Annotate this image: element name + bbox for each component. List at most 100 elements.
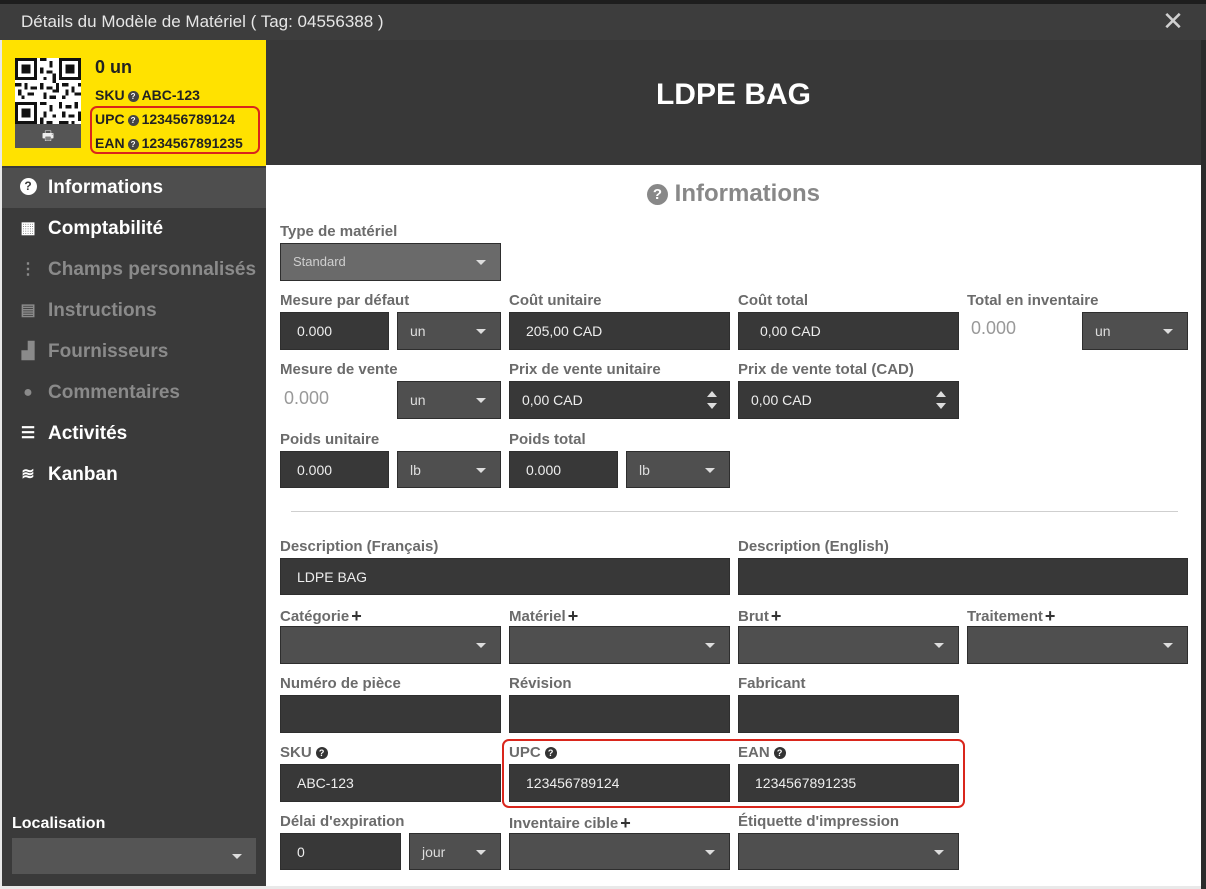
categorie-label: Catégorie + (280, 606, 362, 627)
traitement-label-text: Traitement (967, 608, 1043, 625)
inventaire-cible-select[interactable] (509, 833, 730, 870)
section-divider (291, 511, 1178, 512)
categorie-select[interactable] (280, 626, 501, 664)
card-ean-label: EAN (95, 135, 125, 151)
nav-label: Fournisseurs (48, 341, 169, 362)
help-icon[interactable]: ? (127, 115, 139, 126)
type-materiel-value: Standard (293, 254, 346, 269)
poids-total-label: Poids total (509, 431, 586, 448)
chevron-down-icon (705, 850, 715, 855)
close-icon[interactable]: ✕ (1158, 6, 1188, 36)
stepper-down-icon[interactable] (707, 403, 717, 409)
etiquette-impression-select[interactable] (738, 833, 959, 870)
upc-label-text: UPC (509, 744, 541, 761)
cout-total-input[interactable]: 0,00 CAD (738, 312, 959, 350)
brut-label: Brut + (738, 606, 781, 627)
help-icon[interactable]: ? (127, 91, 139, 102)
help-icon[interactable]: ? (315, 747, 328, 759)
nav-instructions[interactable]: ▤ Instructions (2, 291, 266, 331)
nav-activites[interactable]: ☰ Activités (2, 414, 266, 454)
chevron-down-icon (476, 329, 486, 334)
plus-icon[interactable]: + (351, 606, 362, 626)
nav-kanban[interactable]: ≋ Kanban (2, 455, 266, 495)
ean-label-text: EAN (738, 744, 770, 761)
print-icon: 🖶 (41, 128, 55, 143)
card-units: 0 un (95, 57, 133, 77)
total-inventaire-value: 0.000 (971, 318, 1017, 338)
brut-select[interactable] (738, 626, 959, 664)
nav-label: Comptabilité (48, 218, 164, 239)
help-icon[interactable]: ? (127, 139, 139, 150)
nav-comptabilite[interactable]: ▦ Comptabilité (2, 209, 266, 249)
mesure-defaut-label: Mesure par défaut (280, 292, 410, 309)
cout-unitaire-label: Coût unitaire (509, 292, 602, 309)
prix-vente-total-input[interactable]: 0,00 CAD (738, 381, 959, 419)
nav-label: Instructions (48, 300, 157, 321)
plus-icon[interactable]: + (620, 813, 631, 833)
localisation-select[interactable] (12, 838, 256, 874)
plus-icon[interactable]: + (1045, 606, 1056, 626)
total-inventaire-unit-select[interactable]: un (1082, 312, 1188, 350)
plus-icon[interactable]: + (771, 606, 782, 626)
inventaire-cible-label: Inventaire cible + (509, 813, 631, 834)
card-upc-label: UPC (95, 111, 125, 127)
nav-informations[interactable]: ? Informations (2, 168, 266, 208)
revision-input[interactable] (509, 695, 730, 733)
type-materiel-select[interactable]: Standard (280, 243, 501, 281)
chevron-down-icon (476, 398, 486, 403)
mesure-vente-unit-select[interactable]: un (397, 381, 501, 419)
poids-total-input[interactable]: 0.000 (509, 451, 618, 488)
cout-unitaire-input[interactable]: 205,00 CAD (509, 312, 730, 350)
poids-unitaire-unit-select[interactable]: lb (397, 451, 501, 488)
help-icon[interactable]: ? (773, 747, 786, 759)
unit-value: lb (410, 462, 421, 478)
description-en-input[interactable] (738, 558, 1188, 595)
unit-value: lb (639, 462, 650, 478)
cout-total-label: Coût total (738, 292, 808, 309)
section-title-text: Informations (674, 180, 820, 207)
nav-label: Champs personnalisés (48, 259, 257, 280)
stepper-up-icon[interactable] (707, 391, 717, 397)
prix-vente-unitaire-label: Prix de vente unitaire (509, 361, 661, 378)
traitement-select[interactable] (967, 626, 1188, 664)
print-button[interactable]: 🖶 (15, 124, 81, 148)
materiel-select[interactable] (509, 626, 730, 664)
document-icon: ▤ (20, 302, 36, 319)
nav-label: Kanban (48, 464, 118, 485)
stepper-up-icon[interactable] (936, 391, 946, 397)
numero-piece-input[interactable] (280, 695, 501, 733)
prix-vente-unitaire-input[interactable]: 0,00 CAD (509, 381, 730, 419)
plus-icon[interactable]: + (568, 606, 579, 626)
calculator-icon: ▦ (20, 220, 36, 237)
delai-expiration-input[interactable]: 0 (280, 833, 401, 870)
chevron-down-icon (934, 850, 944, 855)
nav-champs-personnalises[interactable]: ⋮ Champs personnalisés (2, 250, 266, 290)
description-fr-input[interactable]: LDPE BAG (280, 558, 730, 595)
chevron-down-icon (476, 643, 486, 648)
nav-commentaires[interactable]: ● Commentaires (2, 373, 266, 413)
mesure-vente-label: Mesure de vente (280, 361, 398, 378)
help-icon[interactable]: ? (544, 747, 557, 759)
card-upc-value: 123456789124 (141, 111, 235, 127)
mesure-defaut-unit-select[interactable]: un (397, 312, 501, 350)
fabricant-input[interactable] (738, 695, 959, 733)
ean-input[interactable]: 1234567891235 (738, 764, 959, 802)
chevron-down-icon (705, 468, 715, 473)
nav-label: Activités (48, 423, 128, 444)
mesure-defaut-input[interactable]: 0.000 (280, 312, 389, 350)
stepper-down-icon[interactable] (936, 403, 946, 409)
sku-input[interactable]: ABC-123 (280, 764, 501, 802)
poids-total-unit-select[interactable]: lb (626, 451, 730, 488)
fabricant-label: Fabricant (738, 675, 806, 692)
sku-label: SKU? (280, 744, 328, 761)
card-sku-label: SKU (95, 87, 125, 103)
upc-input[interactable]: 123456789124 (509, 764, 730, 802)
delai-unit-select[interactable]: jour (409, 833, 501, 870)
question-circle-icon: ? (646, 184, 668, 205)
poids-unitaire-input[interactable]: 0.000 (280, 451, 389, 488)
chevron-down-icon (476, 850, 486, 855)
nav-fournisseurs[interactable]: ▟ Fournisseurs (2, 332, 266, 372)
section-title: ? Informations (266, 180, 1201, 208)
card-sku: SKU? ABC-123 (95, 87, 200, 103)
card-sku-value: ABC-123 (141, 87, 200, 103)
